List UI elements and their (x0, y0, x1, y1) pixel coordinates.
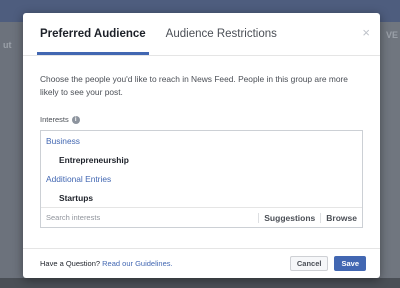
audience-dialog: Preferred Audience Audience Restrictions… (23, 13, 380, 278)
search-interests-input[interactable] (41, 208, 259, 227)
guidelines-link[interactable]: Read our Guidelines. (102, 259, 172, 268)
help-prefix: Have a Question? (40, 259, 101, 268)
interests-list: Business Entrepreneurship Additional Ent… (41, 131, 362, 209)
interests-box-footer: Suggestions Browse (41, 207, 362, 227)
help-text: Have a Question? Read our Guidelines. (40, 259, 290, 268)
dialog-description: Choose the people you'd like to reach in… (40, 74, 348, 97)
suggestions-link[interactable]: Suggestions (258, 212, 320, 223)
tab-preferred-audience[interactable]: Preferred Audience (37, 13, 149, 55)
interest-category-business: Business (46, 135, 80, 146)
interest-category-additional-entries: Additional Entries (46, 173, 112, 184)
close-icon[interactable]: × (362, 25, 370, 40)
cancel-button[interactable]: Cancel (289, 256, 329, 271)
interests-label-text: Interests (40, 115, 69, 124)
background-text-right: VE (385, 30, 398, 40)
tab-audience-restrictions[interactable]: Audience Restrictions (163, 13, 280, 55)
interest-item-entrepreneurship[interactable]: Entrepreneurship (41, 150, 362, 169)
background-bottom (0, 278, 400, 288)
interests-label: Interests i (40, 115, 363, 124)
interests-box: Business Entrepreneurship Additional Ent… (40, 130, 363, 228)
tab-bar: Preferred Audience Audience Restrictions… (23, 13, 380, 56)
info-icon[interactable]: i (71, 115, 80, 124)
background-text-left: ut (3, 40, 12, 50)
dialog-footer: Have a Question? Read our Guidelines. Ca… (23, 248, 380, 278)
save-button[interactable]: Save (334, 256, 366, 271)
browse-link[interactable]: Browse (320, 212, 362, 223)
interest-item-startups[interactable]: Startups (41, 188, 362, 207)
